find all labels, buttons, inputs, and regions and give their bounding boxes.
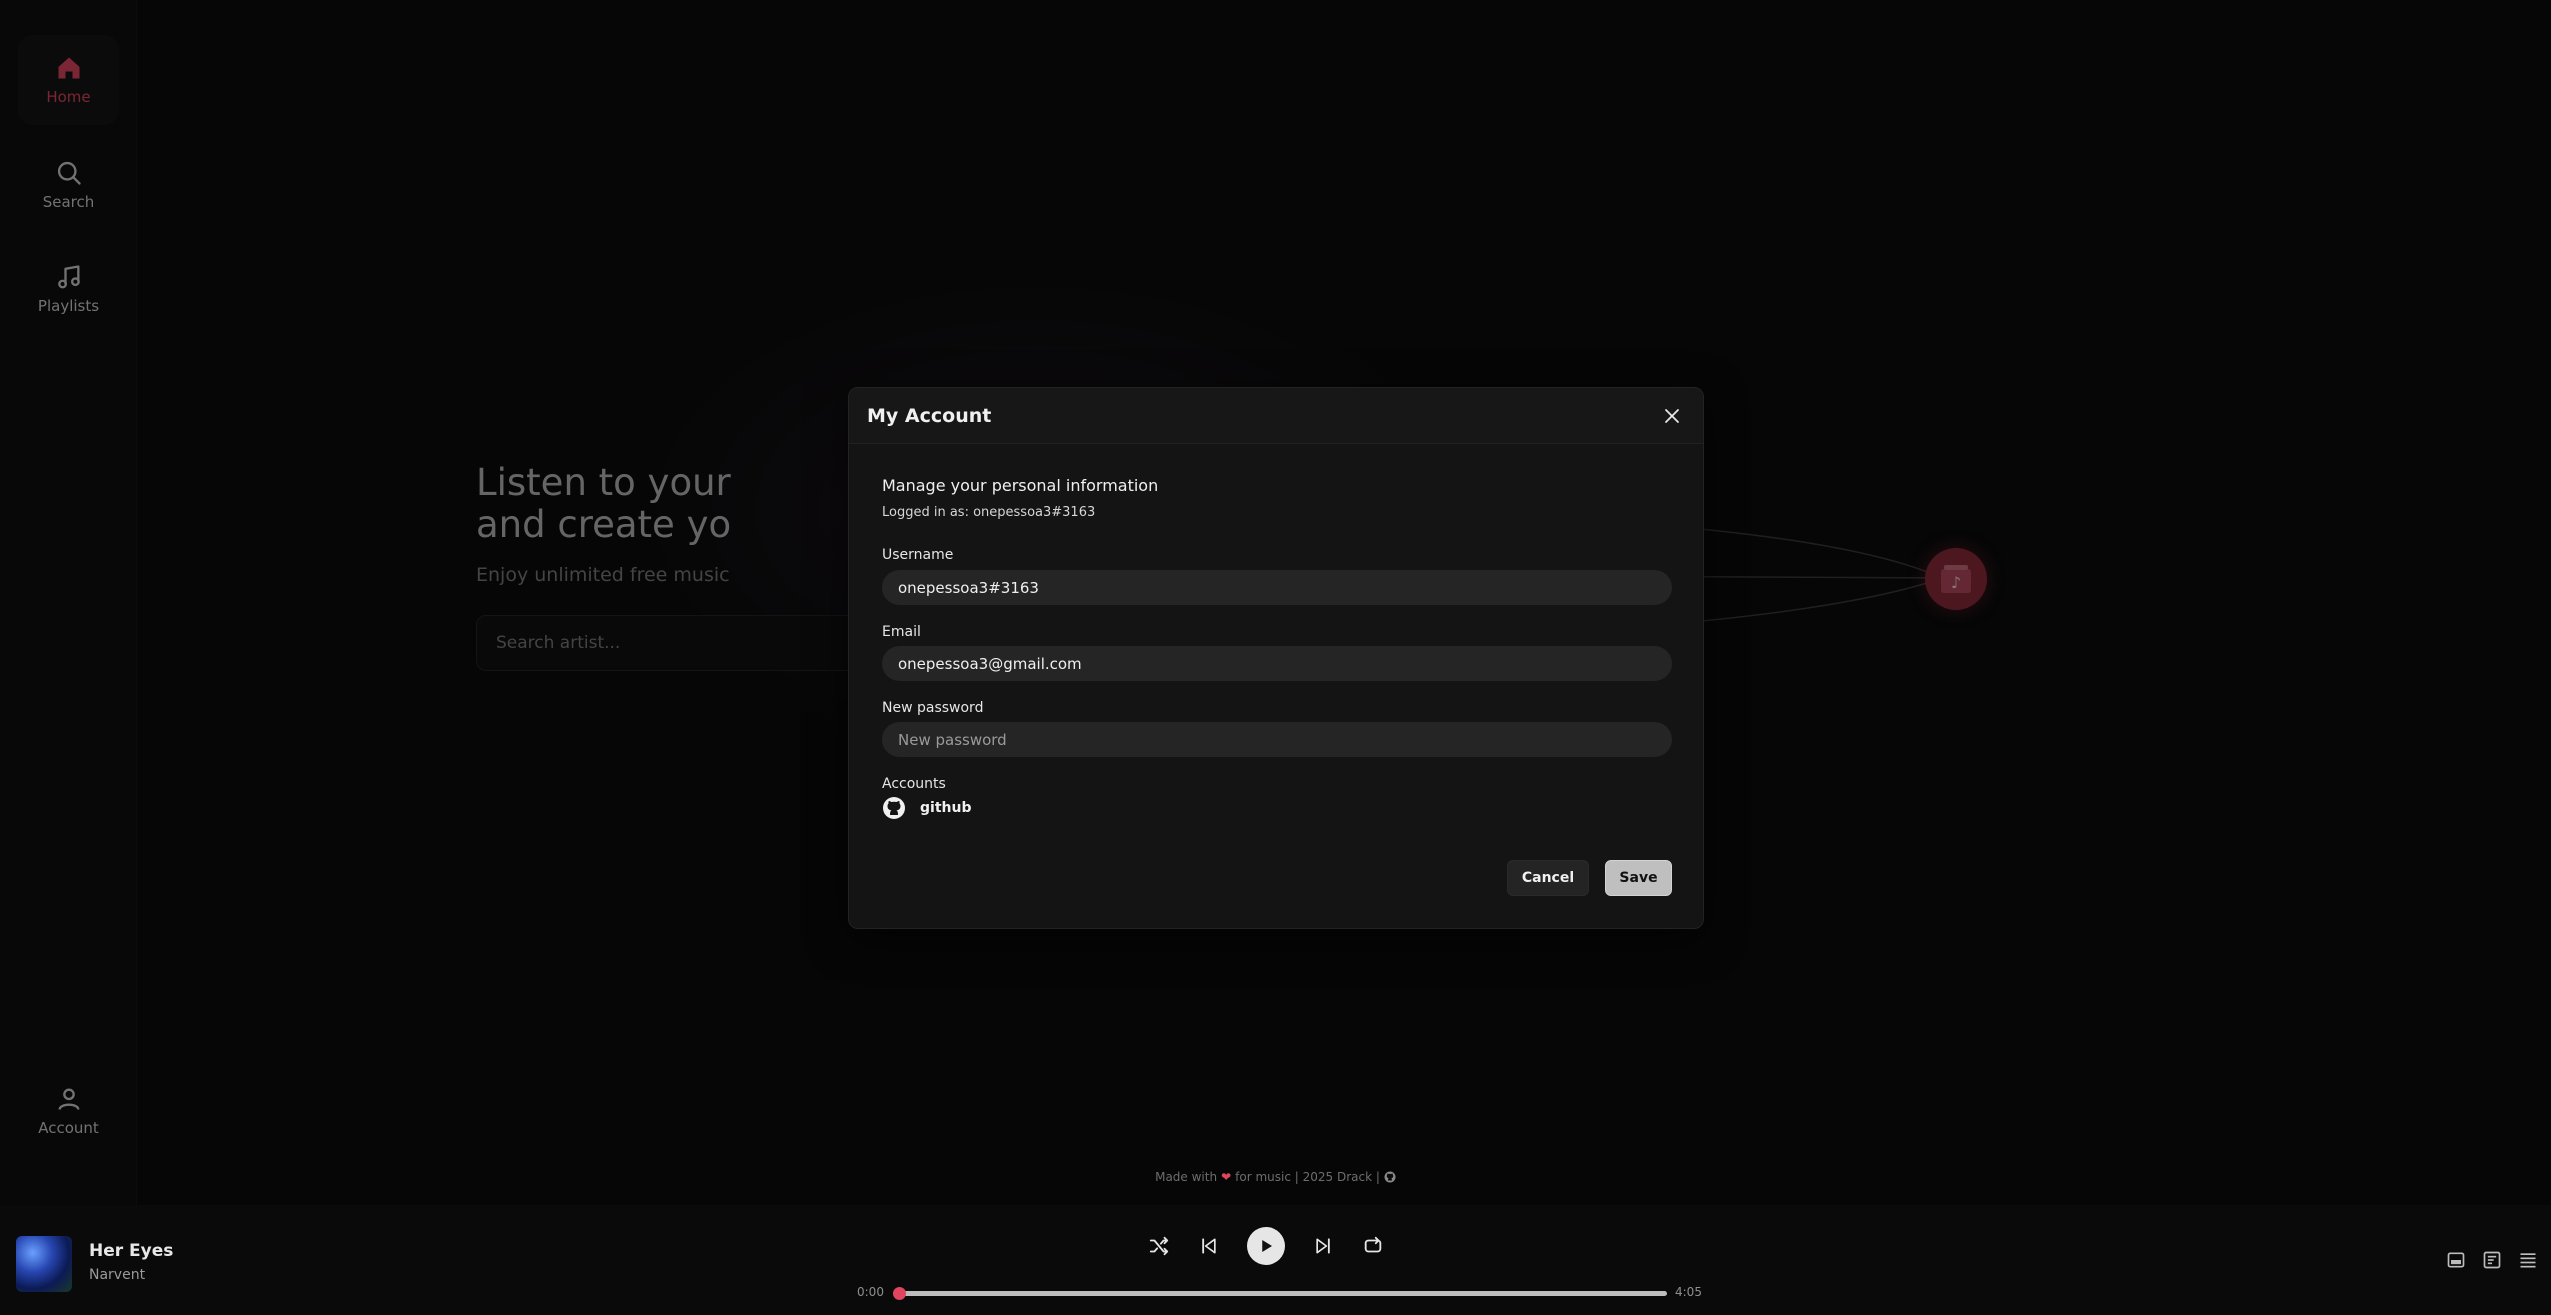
playback-controls [1147, 1227, 1385, 1265]
play-button[interactable] [1247, 1227, 1285, 1265]
modal-header: My Account [849, 388, 1703, 444]
modal-title: My Account [867, 404, 992, 427]
progress-handle[interactable] [893, 1287, 906, 1300]
queue-icon [2520, 1253, 2536, 1268]
skip-back-icon [1202, 1238, 1216, 1254]
mini-player-button[interactable] [2445, 1249, 2467, 1271]
github-icon [883, 797, 905, 819]
app-root: Home Search Playlists Account Listen to … [0, 0, 2551, 1315]
cancel-button[interactable]: Cancel [1507, 860, 1589, 896]
queue-button[interactable] [2517, 1249, 2539, 1271]
time-total: 4:05 [1675, 1285, 1702, 1299]
repeat-icon [1364, 1236, 1382, 1253]
account-modal: My Account Manage your personal informat… [848, 387, 1704, 929]
heart-icon: ❤ [1221, 1170, 1232, 1184]
logged-in-text: Logged in as: onepessoa3#3163 [882, 505, 1096, 520]
account-name: github [920, 800, 972, 816]
progress-bar[interactable] [893, 1287, 1667, 1300]
accounts-label: Accounts [882, 776, 946, 792]
github-icon[interactable] [1384, 1171, 1396, 1183]
lyrics-button[interactable] [2481, 1249, 2503, 1271]
album-cover[interactable] [16, 1236, 72, 1292]
close-button[interactable] [1659, 403, 1685, 429]
email-field[interactable] [882, 646, 1672, 681]
close-icon [1665, 408, 1679, 423]
previous-button[interactable] [1197, 1234, 1221, 1258]
credit-prefix: Made with [1155, 1170, 1218, 1184]
next-button[interactable] [1311, 1234, 1335, 1258]
track-artist[interactable]: Narvent [89, 1267, 145, 1283]
new-password-label: New password [882, 700, 984, 716]
lyrics-icon [2483, 1251, 2501, 1269]
username-label: Username [882, 547, 954, 563]
credit-suffix: for music | 2025 Drack | [1235, 1170, 1380, 1184]
skip-forward-icon [1316, 1238, 1330, 1254]
email-label: Email [882, 624, 921, 640]
repeat-button[interactable] [1361, 1234, 1385, 1258]
section-title: Manage your personal information [882, 476, 1159, 495]
time-current: 0:00 [857, 1285, 884, 1299]
shuffle-button[interactable] [1147, 1234, 1171, 1258]
play-icon [1262, 1240, 1272, 1252]
player-extra-controls [2445, 1249, 2539, 1271]
track-title[interactable]: Her Eyes [89, 1241, 173, 1261]
save-button[interactable]: Save [1605, 860, 1672, 896]
username-field[interactable] [882, 570, 1672, 605]
mini-player-icon [2447, 1252, 2465, 1268]
new-password-field[interactable] [882, 722, 1672, 757]
footer-credit: Made with ❤ for music | 2025 Drack | [0, 1170, 2551, 1184]
player-bar: Her Eyes Narvent 0:00 4:05 [0, 1205, 2551, 1315]
shuffle-icon [1149, 1236, 1169, 1256]
linked-account-github[interactable]: github [882, 796, 971, 820]
